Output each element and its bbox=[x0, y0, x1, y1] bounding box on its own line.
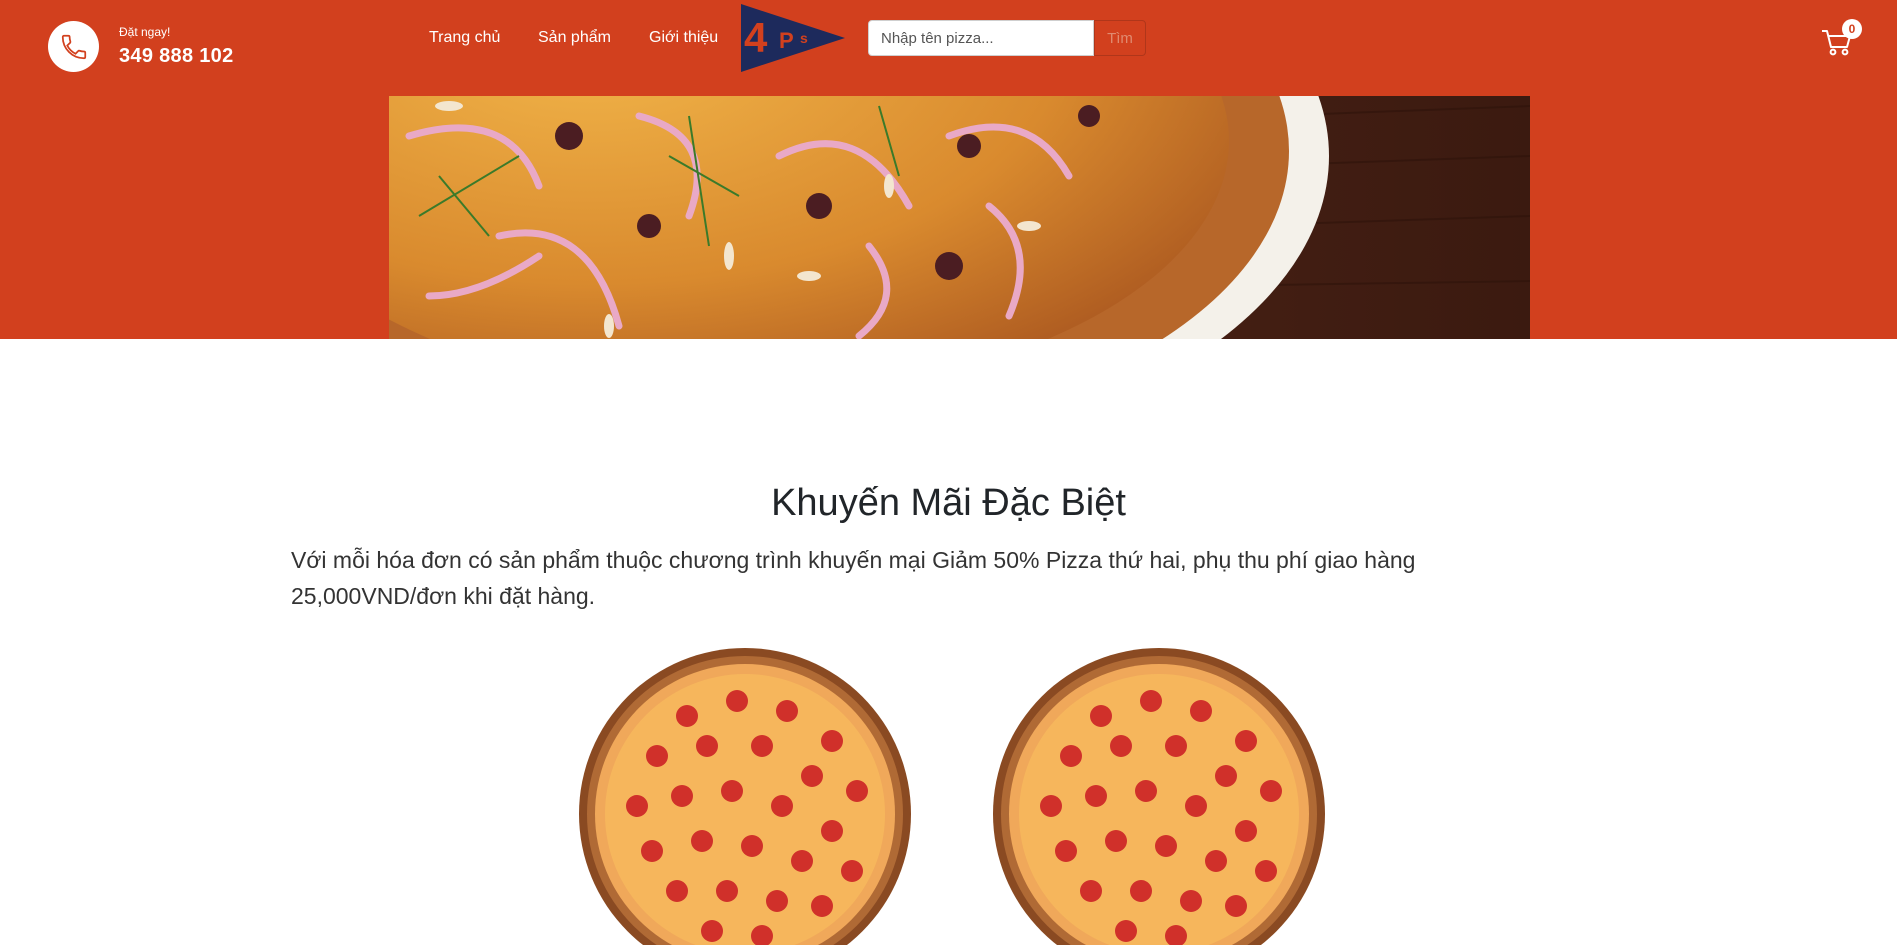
promo-title: Khuyến Mãi Đặc Biệt bbox=[771, 482, 1126, 524]
phone-icon bbox=[61, 34, 86, 59]
promo-pizza-image-2[interactable] bbox=[991, 646, 1328, 945]
site-header: Đặt ngay! 349 888 102 Trang chủ Sản phẩm… bbox=[0, 0, 1897, 339]
logo-p: P bbox=[779, 28, 794, 53]
brand-logo[interactable]: 4 P s bbox=[737, 2, 849, 74]
logo-s: s bbox=[800, 30, 808, 46]
search-button[interactable]: Tìm bbox=[1094, 20, 1146, 56]
logo-4: 4 bbox=[744, 14, 768, 61]
promo-description: Với mỗi hóa đơn có sản phẩm thuộc chương… bbox=[291, 547, 1416, 609]
hero-banner-image bbox=[389, 96, 1530, 339]
phone-badge[interactable] bbox=[48, 21, 99, 72]
order-phone-number[interactable]: 349 888 102 bbox=[119, 45, 234, 68]
order-now-label: Đặt ngay! bbox=[119, 25, 171, 39]
nav-home[interactable]: Trang chủ bbox=[429, 29, 500, 47]
search-input[interactable] bbox=[868, 20, 1094, 56]
nav-about[interactable]: Giới thiệu bbox=[649, 29, 718, 47]
nav-products[interactable]: Sản phẩm bbox=[538, 29, 611, 47]
cart-count-badge: 0 bbox=[1842, 19, 1862, 39]
promo-pizza-image-1[interactable] bbox=[577, 646, 914, 945]
